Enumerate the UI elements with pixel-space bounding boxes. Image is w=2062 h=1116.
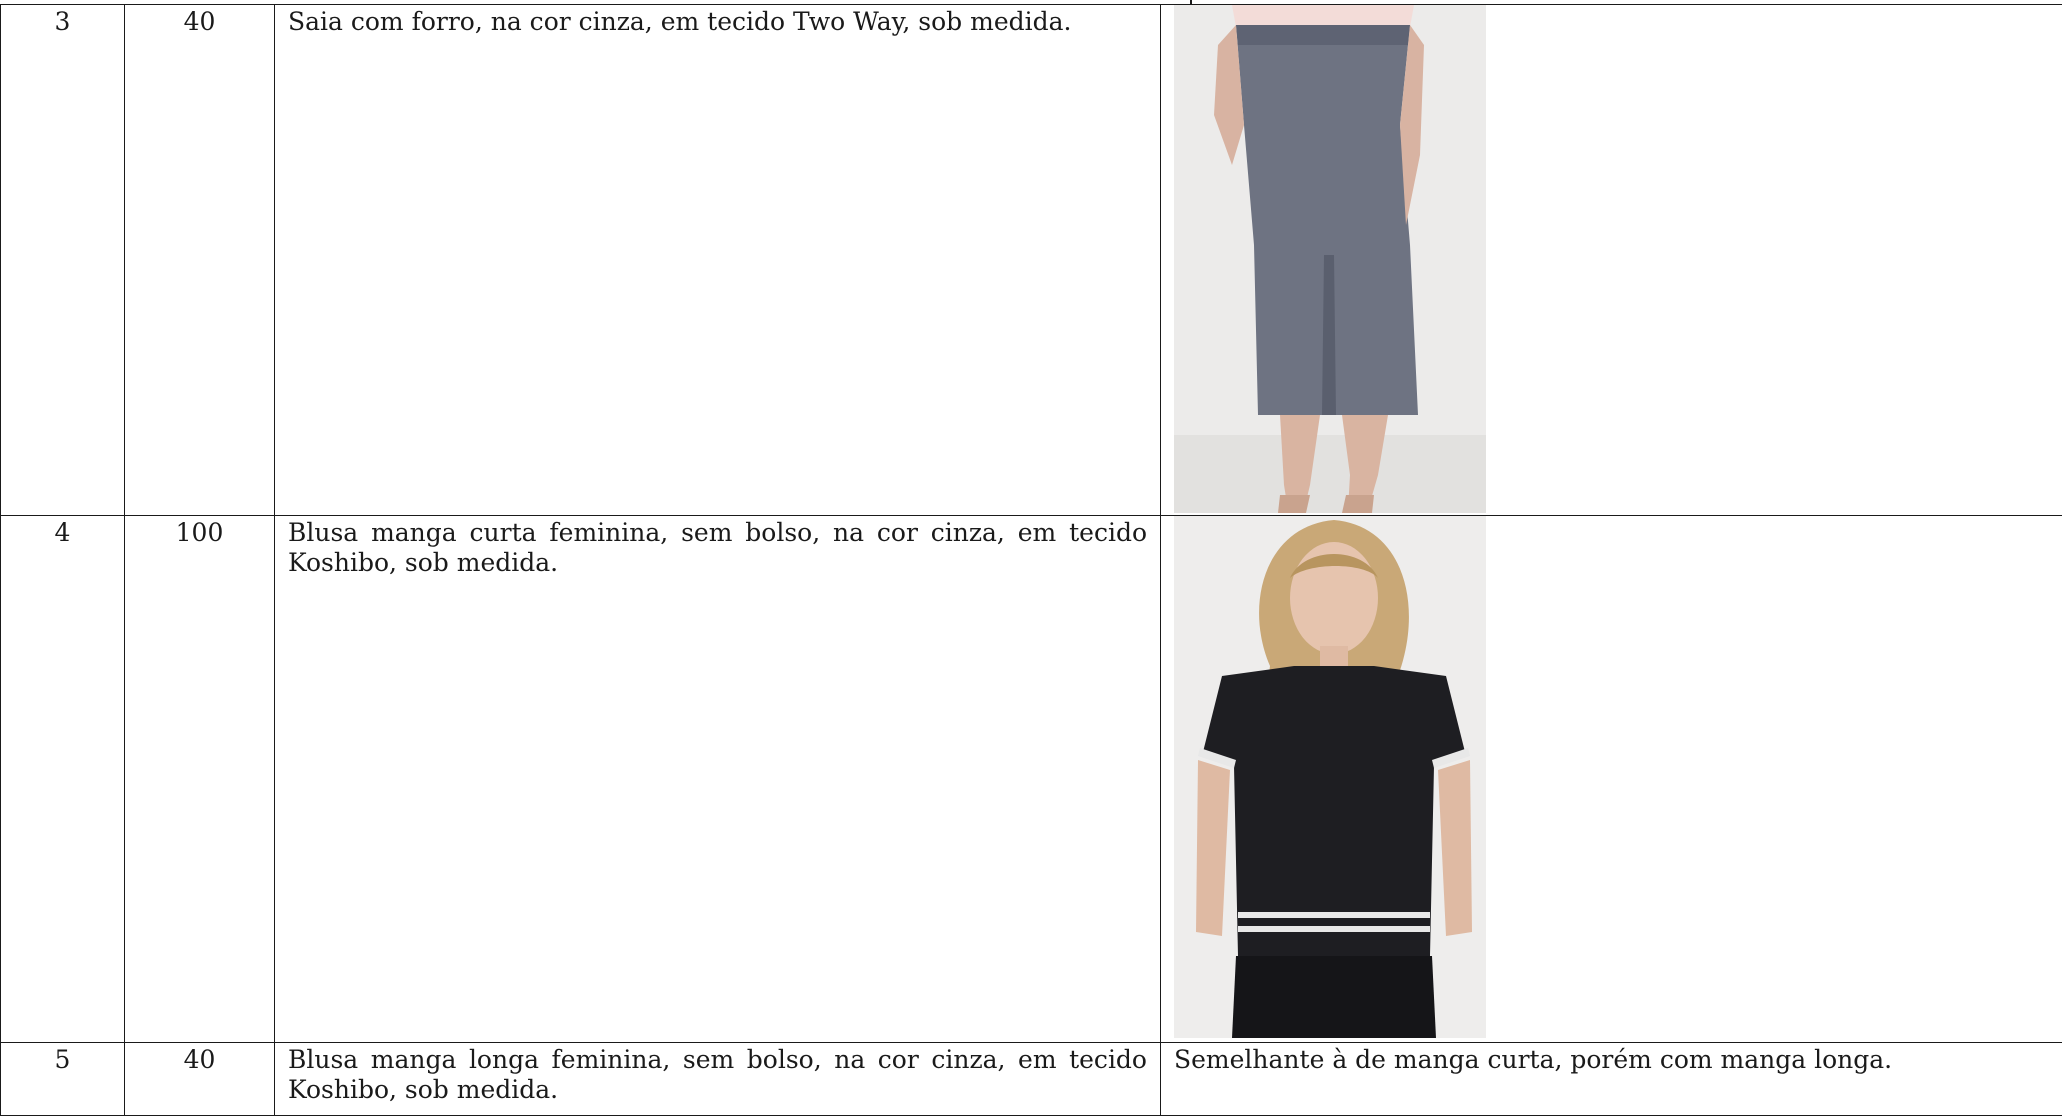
quantity-cell: 40	[125, 5, 275, 516]
image-cell	[1161, 5, 2062, 516]
quantity-cell: 40	[125, 1043, 275, 1116]
item-number-cell: 4	[1, 516, 125, 1043]
items-table: 3 40 Saia com forro, na cor cinza, em te…	[0, 4, 2062, 1116]
item-number-cell: 3	[1, 5, 125, 516]
quantity-cell: 100	[125, 516, 275, 1043]
short-sleeve-blouse-photo	[1174, 516, 1486, 1038]
table-row: 3 40 Saia com forro, na cor cinza, em te…	[1, 5, 2062, 516]
note-cell: Semelhante à de manga curta, porém com m…	[1161, 1043, 2062, 1116]
table-row: 4 100 Blusa manga curta feminina, sem bo…	[1, 516, 2062, 1043]
skirt-photo	[1174, 5, 1486, 513]
description-cell: Blusa manga longa feminina, sem bolso, n…	[275, 1043, 1161, 1116]
description-cell: Blusa manga curta feminina, sem bolso, n…	[275, 516, 1161, 1043]
item-number-cell: 5	[1, 1043, 125, 1116]
description-cell: Saia com forro, na cor cinza, em tecido …	[275, 5, 1161, 516]
table-row: 5 40 Blusa manga longa feminina, sem bol…	[1, 1043, 2062, 1116]
image-cell	[1161, 516, 2062, 1043]
